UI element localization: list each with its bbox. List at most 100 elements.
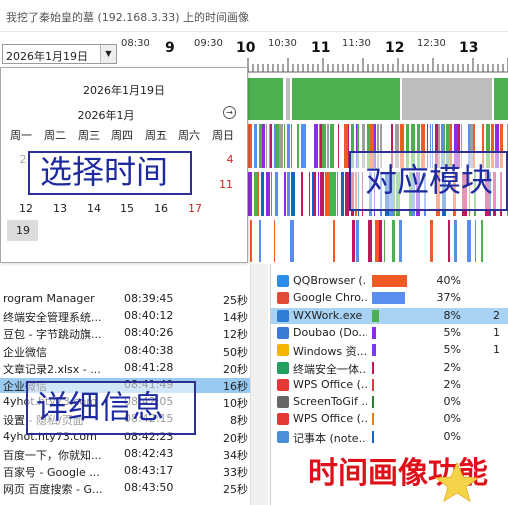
app-row[interactable]: Google Chro... 37%: [271, 290, 508, 306]
table-row[interactable]: 文章记录2.xlsx - ... 08:41:28 20秒: [0, 361, 250, 376]
activity-stripe: [481, 220, 483, 262]
detail-list-scrollbar[interactable]: [250, 264, 268, 505]
activity-stripe: [318, 172, 319, 216]
usage-percent: 0%: [443, 429, 461, 443]
table-row[interactable]: 百家号 - Google ... 08:43:17 33秒: [0, 464, 250, 479]
calendar-month: 2026年1月: [77, 109, 135, 122]
row-start-time: 08:40:26: [124, 326, 174, 340]
calendar-today[interactable]: 2026年1月19日: [1, 82, 247, 98]
activity-stripe: [327, 124, 329, 168]
activity-stripe: [337, 172, 338, 216]
activity-stripe: [266, 172, 270, 216]
usage-extra: 1: [493, 325, 500, 339]
next-month-icon[interactable]: →: [223, 106, 236, 119]
annotation-detail: 详细信息: [26, 381, 196, 435]
row-duration: 14秒: [223, 311, 248, 325]
weekday-label: 周二: [44, 129, 66, 142]
row-window-title: 百度一下，你就知...: [3, 448, 102, 462]
app-name: Google Chro...: [293, 291, 367, 305]
row-duration: 20秒: [223, 431, 248, 445]
activity-stripe: [284, 172, 286, 216]
row-start-time: 08:39:45: [124, 292, 174, 305]
app-row[interactable]: 记事本 (note... 0%: [271, 429, 508, 445]
qq-browser-icon: [277, 275, 289, 287]
table-row[interactable]: rogram Manager 08:39:45 25秒: [0, 292, 250, 307]
date-select[interactable]: 2026年1月19日 ▼: [2, 44, 117, 64]
table-row[interactable]: 企业微信 08:40:38 50秒: [0, 344, 250, 359]
activity-stripe: [352, 220, 355, 262]
activity-stripe: [320, 124, 322, 168]
app-row[interactable]: QQBrowser (... 40%: [271, 273, 508, 289]
row-start-time: 08:43:50: [124, 481, 174, 495]
app-name: WXWork.exe: [293, 308, 363, 322]
activity-stripe: [430, 220, 433, 262]
window-title: 我挖了秦始皇的墓 (192.168.3.33) 上的时间画像: [6, 11, 250, 24]
usage-bar: [372, 378, 374, 391]
app-row[interactable]: Doubao (Do... 5% 1: [271, 325, 508, 341]
calendar-day[interactable]: 15: [116, 202, 138, 215]
activity-stripe: [279, 124, 283, 168]
activity-stripe: [291, 124, 292, 168]
row-duration: 12秒: [223, 328, 248, 342]
activity-stripe: [312, 172, 313, 216]
row-duration: 20秒: [223, 362, 248, 376]
activity-stripe: [325, 172, 329, 216]
wxwork-icon: [277, 309, 289, 322]
calendar-day[interactable]: 17: [184, 202, 206, 215]
activity-stripe: [330, 124, 334, 168]
app-row[interactable]: ScreenToGif ... 0%: [271, 394, 508, 410]
usage-percent: 8%: [443, 308, 461, 322]
calendar-day[interactable]: 19: [12, 224, 34, 237]
activity-stripe: [287, 124, 290, 168]
app-row[interactable]: Windows 资... 5% 1: [271, 342, 508, 358]
activity-stripe: [290, 220, 294, 262]
activity-stripe: [250, 124, 252, 168]
calendar-day[interactable]: 14: [83, 202, 105, 215]
activity-stripe: [259, 220, 261, 262]
activity-stripe: [475, 220, 476, 262]
app-row[interactable]: WXWork.exe 8% 2: [271, 307, 508, 324]
calendar-day[interactable]: 12: [15, 202, 37, 215]
half-hour-label: 10:30: [268, 38, 297, 49]
row-duration: 33秒: [223, 466, 248, 479]
calendar-day[interactable]: 16: [150, 202, 172, 215]
table-row[interactable]: 终端安全管理系统... 08:40:12 14秒: [0, 309, 250, 324]
usage-percent: 2%: [443, 377, 461, 391]
table-row[interactable]: 网页 百度搜索 - G... 08:43:50 25秒: [0, 481, 250, 496]
row-duration: 50秒: [223, 345, 248, 359]
weekday-label: 周日: [212, 129, 234, 142]
app-name: WPS Office (...: [293, 377, 367, 391]
row-start-time: 08:40:12: [124, 309, 174, 323]
row-start-time: 08:41:28: [124, 360, 174, 374]
row-window-title: 企业微信: [3, 345, 47, 359]
table-row[interactable]: 百度一下，你就知... 08:42:43 34秒: [0, 447, 250, 462]
table-row[interactable]: 豆包 - 字节跳动旗... 08:40:26 12秒: [0, 326, 250, 341]
app-row[interactable]: WPS Office (... 2%: [271, 377, 508, 393]
app-name: WPS Office (...: [293, 412, 367, 426]
activity-stripe: [379, 220, 382, 262]
calendar-day[interactable]: 11: [215, 178, 237, 191]
usage-bar: [372, 292, 405, 305]
usage-percent: 0%: [443, 412, 461, 426]
activity-stripe: [301, 124, 303, 168]
activity-stripe: [261, 172, 264, 216]
chevron-down-icon[interactable]: ▼: [100, 45, 116, 63]
activity-stripe: [375, 220, 379, 262]
row-start-time: 08:43:17: [124, 464, 174, 477]
activity-stripe: [271, 172, 272, 216]
activity-stripe: [341, 172, 344, 216]
weekday-label: 周五: [145, 129, 167, 142]
calendar-day[interactable]: 4: [219, 153, 241, 166]
activity-stripe: [274, 220, 275, 262]
activity-stripe: [287, 172, 290, 216]
calendar-day[interactable]: 13: [49, 202, 71, 215]
app-row[interactable]: 终端安全一体... 2%: [271, 360, 508, 376]
app-row[interactable]: WPS Office (... 0%: [271, 411, 508, 427]
half-hour-label: 08:30: [121, 38, 150, 49]
activity-stripe: [313, 172, 316, 216]
activity-stripe: [332, 172, 336, 216]
row-start-time: 08:42:43: [124, 446, 174, 460]
usage-bar: [372, 326, 376, 339]
usage-bar: [372, 309, 379, 322]
activity-stripe: [291, 172, 295, 216]
